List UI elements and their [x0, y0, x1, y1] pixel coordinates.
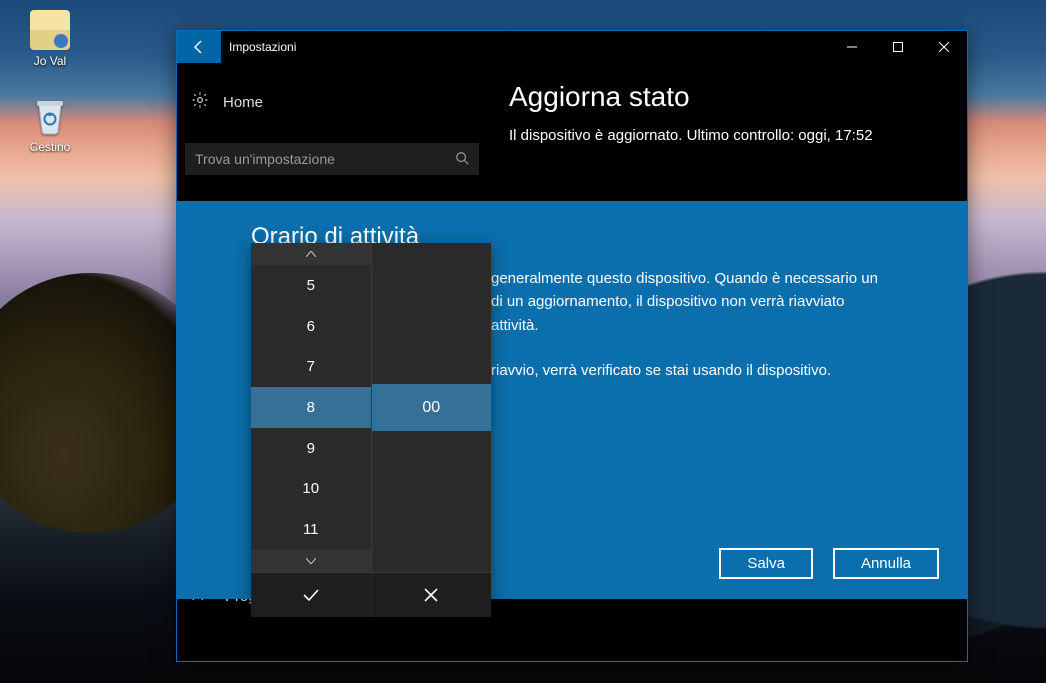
close-button[interactable]: [921, 31, 967, 63]
panel-text-line: attività.: [491, 314, 939, 337]
minute-pad-bottom: [372, 431, 492, 572]
page-heading: Aggiorna stato: [509, 81, 943, 113]
recycle-bin-icon: [30, 96, 70, 136]
minute-cell-selected[interactable]: 00: [372, 384, 492, 431]
gear-icon: [191, 91, 209, 113]
cancel-button[interactable]: Annulla: [833, 548, 939, 579]
hour-cell-selected[interactable]: 8: [251, 387, 371, 428]
titlebar: Impostazioni: [177, 31, 967, 63]
hour-cell[interactable]: 7: [251, 346, 371, 387]
time-picker: 5 6 7 8 9 10 11: [251, 243, 491, 617]
hour-cell[interactable]: 10: [251, 469, 371, 510]
hour-column[interactable]: 5 6 7 8 9 10 11: [251, 243, 371, 572]
minimize-button[interactable]: [829, 31, 875, 63]
desktop-icon-user[interactable]: Jo Val: [12, 10, 88, 68]
search-icon: [455, 151, 469, 168]
picker-cancel-button[interactable]: [371, 573, 492, 617]
hour-cells: 5 6 7 8 9 10 11: [251, 265, 371, 550]
update-status-text: Il dispositivo è aggiornato. Ultimo cont…: [509, 127, 943, 144]
sidebar-item-home[interactable]: Home: [185, 83, 479, 121]
minute-column[interactable]: 00: [371, 243, 492, 572]
save-button[interactable]: Salva: [719, 548, 813, 579]
panel-text-line: generalmente questo dispositivo. Quando …: [491, 267, 939, 290]
picker-accept-button[interactable]: [251, 573, 371, 617]
desktop-icon-label: Cestino: [12, 140, 88, 154]
panel-body: generalmente questo dispositivo. Quando …: [491, 267, 939, 382]
desktop-icon-label: Jo Val: [12, 54, 88, 68]
hour-cell[interactable]: 6: [251, 306, 371, 347]
sidebar-item-label: Home: [223, 94, 263, 111]
desktop-icon-recycle-bin[interactable]: Cestino: [12, 96, 88, 154]
settings-window: Impostazioni Home Trova un'impostazione: [176, 30, 968, 662]
scroll-up-button[interactable]: [251, 243, 371, 265]
search-placeholder: Trova un'impostazione: [195, 151, 455, 167]
minute-pad-top: [372, 243, 492, 384]
back-button[interactable]: [177, 31, 221, 63]
panel-text-line: di un aggiornamento, il dispositivo non …: [491, 290, 939, 313]
active-hours-panel: Orario di attività generalmente questo d…: [177, 201, 967, 599]
window-title: Impostazioni: [229, 40, 296, 54]
hour-cell[interactable]: 9: [251, 428, 371, 469]
maximize-button[interactable]: [875, 31, 921, 63]
hour-cell[interactable]: 11: [251, 509, 371, 550]
user-folder-icon: [30, 10, 70, 50]
scroll-down-button[interactable]: [251, 550, 371, 572]
settings-search[interactable]: Trova un'impostazione: [185, 143, 479, 175]
hour-cell[interactable]: 5: [251, 265, 371, 306]
panel-text-line: riavvio, verrà verificato se stai usando…: [491, 359, 939, 382]
window-buttons: [829, 31, 967, 63]
